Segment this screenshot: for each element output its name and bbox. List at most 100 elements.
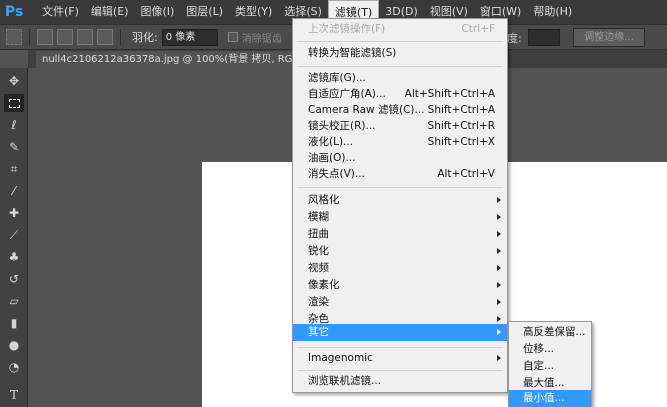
- offset-item[interactable]: 位移...: [509, 341, 591, 358]
- new-selection-icon[interactable]: [37, 29, 53, 45]
- menu-edit[interactable]: 编辑(E): [85, 0, 135, 24]
- lasso-tool-icon[interactable]: ℓ: [4, 116, 24, 134]
- submenu-blur[interactable]: 模糊: [293, 209, 507, 226]
- submenu-arrow-icon: [497, 329, 501, 335]
- type-tool-icon[interactable]: T: [4, 386, 24, 404]
- menu-item-label: 模糊: [308, 211, 329, 223]
- browse-filters-online-item[interactable]: 浏览联机滤镜...: [293, 373, 507, 390]
- refine-edge-button[interactable]: 调整边缘...: [573, 28, 645, 47]
- camera-raw-filter-item[interactable]: Camera Raw 滤镜(C)... Shift+Ctrl+A: [293, 102, 507, 119]
- menu-item-shortcut: Shift+Ctrl+X: [427, 136, 495, 148]
- eyedropper-tool-icon[interactable]: ⁄: [4, 182, 24, 200]
- submenu-arrow-icon: [497, 355, 501, 361]
- menu-item-label: 消失点(V)...: [308, 168, 365, 180]
- brush-tool-icon[interactable]: ⟋: [4, 226, 24, 244]
- feather-label: 羽化:: [132, 31, 158, 44]
- menu-separator: [297, 187, 503, 188]
- marquee-preset-icon[interactable]: [6, 29, 22, 45]
- other-submenu: 高反差保留... 位移... 自定... 最大值... 最小值...: [508, 321, 592, 407]
- submenu-arrow-icon: [497, 197, 501, 203]
- clone-stamp-tool-icon[interactable]: ♣: [4, 248, 24, 266]
- vanishing-point-item[interactable]: 消失点(V)... Alt+Ctrl+V: [293, 166, 507, 183]
- submenu-arrow-icon: [497, 282, 501, 288]
- submenu-sharpen[interactable]: 锐化: [293, 243, 507, 260]
- eraser-tool-icon[interactable]: ▱: [4, 292, 24, 310]
- minimum-item[interactable]: 最小值...: [509, 390, 591, 407]
- move-tool-icon[interactable]: ✥: [4, 72, 24, 90]
- menu-separator: [297, 66, 503, 67]
- intersect-selection-icon[interactable]: [97, 29, 113, 45]
- antialias-checkbox[interactable]: [227, 32, 238, 42]
- pen-tool-icon[interactable]: [4, 368, 24, 386]
- menu-item-label: 其它: [308, 326, 329, 338]
- menu-item-label: 自适应广角(A)...: [308, 88, 386, 100]
- marquee-tool-icon[interactable]: [4, 94, 24, 112]
- submenu-render[interactable]: 渲染: [293, 294, 507, 311]
- menu-item-label: 上次滤镜操作(F): [308, 23, 386, 35]
- menu-item-label: 扭曲: [308, 228, 329, 240]
- menu-item-label: 风格化: [308, 194, 340, 206]
- add-selection-icon[interactable]: [57, 29, 73, 45]
- filter-gallery-item[interactable]: 滤镜库(G)...: [293, 70, 507, 87]
- submenu-arrow-icon: [497, 299, 501, 305]
- menu-item-label: 视频: [308, 262, 329, 274]
- history-brush-tool-icon[interactable]: ↺: [4, 270, 24, 288]
- menu-item-label: 滤镜库(G)...: [308, 72, 366, 84]
- height-label: 度:: [507, 32, 522, 45]
- menu-item-label: 锐化: [308, 245, 329, 257]
- blur-tool-icon[interactable]: ●: [4, 336, 24, 354]
- menu-item-label: 转换为智能滤镜(S): [308, 47, 397, 59]
- filter-menu-dropdown: 上次滤镜操作(F) Ctrl+F 转换为智能滤镜(S) 滤镜库(G)... 自适…: [292, 18, 508, 393]
- menu-item-label: 浏览联机滤镜...: [308, 375, 382, 387]
- menu-separator: [297, 347, 503, 348]
- menu-item-shortcut: Alt+Ctrl+V: [437, 168, 495, 180]
- last-filter-item: 上次滤镜操作(F) Ctrl+F: [293, 21, 507, 38]
- healing-brush-tool-icon[interactable]: ✚: [4, 204, 24, 222]
- submenu-arrow-icon: [497, 231, 501, 237]
- menu-item-label: 液化(L)...: [308, 136, 354, 148]
- antialias-label: 消除锯齿: [241, 33, 282, 45]
- submenu-arrow-icon: [497, 265, 501, 271]
- quick-select-tool-icon[interactable]: ✎: [4, 138, 24, 156]
- photoshop-logo: Ps: [4, 4, 24, 20]
- options-divider: [29, 29, 30, 45]
- submenu-arrow-icon: [497, 248, 501, 254]
- convert-smart-filter-item[interactable]: 转换为智能滤镜(S): [293, 45, 507, 62]
- submenu-imagenomic[interactable]: Imagenomic: [293, 350, 507, 367]
- document-tab[interactable]: null4c2106212a36378a.jpg @ 100%(背景 拷贝, R…: [36, 51, 336, 68]
- lens-correction-item[interactable]: 镜头校正(R)... Shift+Ctrl+R: [293, 118, 507, 135]
- adaptive-wide-angle-item[interactable]: 自适应广角(A)... Alt+Shift+Ctrl+A: [293, 86, 507, 103]
- menu-file[interactable]: 文件(F): [36, 0, 85, 24]
- menu-item-label: 渲染: [308, 296, 329, 308]
- height-input[interactable]: [528, 29, 560, 46]
- menu-item-shortcut: Shift+Ctrl+R: [427, 120, 495, 132]
- menu-separator: [297, 370, 503, 371]
- crop-tool-icon[interactable]: ⌗: [4, 160, 24, 178]
- menu-type[interactable]: 类型(Y): [229, 0, 278, 24]
- tools-panel: ✥ ℓ ✎ ⌗ ⁄ ✚ ⟋ ♣ ↺ ▱ ▮ ● ◔ T: [0, 68, 28, 407]
- menu-item-shortcut: Shift+Ctrl+A: [427, 104, 495, 116]
- submenu-arrow-icon: [497, 316, 501, 322]
- high-pass-item[interactable]: 高反差保留...: [509, 324, 591, 341]
- menu-help[interactable]: 帮助(H): [527, 0, 578, 24]
- submenu-other[interactable]: 其它: [293, 324, 507, 341]
- menu-item-label: 像素化: [308, 279, 340, 291]
- menu-item-label: 油画(O)...: [308, 152, 356, 164]
- menu-layer[interactable]: 图层(L): [180, 0, 229, 24]
- oil-paint-item[interactable]: 油画(O)...: [293, 150, 507, 167]
- liquify-item[interactable]: 液化(L)... Shift+Ctrl+X: [293, 134, 507, 151]
- submenu-distort[interactable]: 扭曲: [293, 226, 507, 243]
- submenu-stylize[interactable]: 风格化: [293, 192, 507, 209]
- submenu-video[interactable]: 视频: [293, 260, 507, 277]
- menu-separator: [297, 41, 503, 42]
- gradient-tool-icon[interactable]: ▮: [4, 314, 24, 332]
- submenu-pixelate[interactable]: 像素化: [293, 277, 507, 294]
- menu-image[interactable]: 图像(I): [134, 0, 180, 24]
- submenu-arrow-icon: [497, 214, 501, 220]
- menu-item-shortcut: Ctrl+F: [461, 23, 495, 35]
- subtract-selection-icon[interactable]: [77, 29, 93, 45]
- menu-item-label: Imagenomic: [308, 352, 373, 364]
- feather-input[interactable]: 0 像素: [161, 28, 218, 46]
- menu-item-label: 镜头校正(R)...: [308, 120, 376, 132]
- custom-item[interactable]: 自定...: [509, 358, 591, 375]
